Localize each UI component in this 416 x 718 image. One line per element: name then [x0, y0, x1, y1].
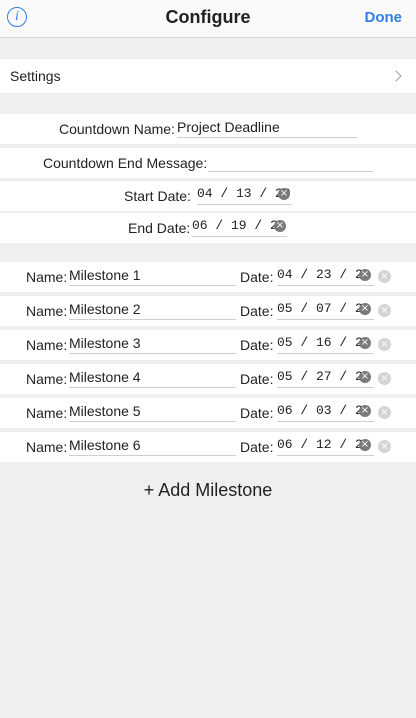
- remove-milestone-icon[interactable]: ×: [378, 304, 391, 317]
- end-date-row: End Date: 06 / 19 / 20 ×: [0, 213, 416, 243]
- add-milestone-button[interactable]: + Add Milestone: [0, 480, 416, 501]
- milestone-row: Name: Milestone 5 Date: 06 / 03 / 20 × ×: [0, 398, 416, 428]
- milestone-row: Name: Milestone 3 Date: 05 / 16 / 20 × ×: [0, 330, 416, 360]
- milestone-name-label: Name:: [26, 303, 68, 319]
- milestone-date-value: 04 / 23 / 20: [277, 267, 371, 282]
- remove-milestone-icon[interactable]: ×: [378, 372, 391, 385]
- milestone-name-field[interactable]: Milestone 3: [69, 333, 236, 354]
- milestone-date-label: Date:: [240, 439, 274, 455]
- countdown-name-row: Countdown Name: Project Deadline: [0, 114, 416, 144]
- done-button[interactable]: Done: [365, 9, 403, 26]
- remove-milestone-icon[interactable]: ×: [378, 440, 391, 453]
- countdown-name-field[interactable]: Project Deadline: [177, 117, 357, 138]
- milestone-name-field[interactable]: Milestone 2: [69, 299, 236, 320]
- milestone-name-label: Name:: [26, 371, 68, 387]
- milestone-name-field[interactable]: Milestone 4: [69, 367, 236, 388]
- remove-milestone-icon[interactable]: ×: [378, 270, 391, 283]
- clear-milestone-date-icon[interactable]: ×: [359, 303, 371, 315]
- countdown-name-label: Countdown Name:: [59, 121, 175, 137]
- clear-milestone-date-icon[interactable]: ×: [359, 405, 371, 417]
- chevron-right-icon: [390, 70, 402, 82]
- milestone-name-label: Name:: [26, 337, 68, 353]
- clear-milestone-date-icon[interactable]: ×: [359, 337, 371, 349]
- start-date-label: Start Date:: [124, 188, 191, 204]
- countdown-end-message-row: Countdown End Message:: [0, 148, 416, 178]
- milestone-date-label: Date:: [240, 337, 274, 353]
- settings-row[interactable]: Settings: [0, 59, 416, 93]
- end-date-value: 06 / 19 / 20: [192, 218, 286, 233]
- page-title: Configure: [165, 7, 251, 27]
- clear-milestone-date-icon[interactable]: ×: [359, 269, 371, 281]
- milestone-date-value: 05 / 16 / 20: [277, 335, 371, 350]
- milestone-date-value: 05 / 27 / 20: [277, 369, 371, 384]
- milestone-date-value: 06 / 12 / 20: [277, 437, 371, 452]
- countdown-end-message-field[interactable]: [208, 151, 373, 172]
- milestone-name-field[interactable]: Milestone 5: [69, 401, 236, 422]
- clear-end-date-icon[interactable]: ×: [274, 220, 286, 232]
- milestone-date-label: Date:: [240, 303, 274, 319]
- remove-milestone-icon[interactable]: ×: [378, 338, 391, 351]
- remove-milestone-icon[interactable]: ×: [378, 406, 391, 419]
- milestone-name-field[interactable]: Milestone 1: [69, 265, 236, 286]
- milestone-date-value: 05 / 07 / 20: [277, 301, 371, 316]
- clear-start-date-icon[interactable]: ×: [278, 188, 290, 200]
- milestone-name-label: Name:: [26, 269, 68, 285]
- milestone-name-label: Name:: [26, 405, 68, 421]
- end-date-label: End Date:: [128, 220, 191, 236]
- start-date-row: Start Date: 04 / 13 / 20 ×: [0, 181, 416, 211]
- milestone-row: Name: Milestone 2 Date: 05 / 07 / 20 × ×: [0, 296, 416, 326]
- end-date-field[interactable]: 06 / 19 / 20: [192, 216, 287, 237]
- milestone-date-value: 06 / 03 / 20: [277, 403, 371, 418]
- header-bar: i Configure Done: [0, 0, 416, 38]
- settings-label: Settings: [10, 68, 61, 84]
- milestone-name-label: Name:: [26, 439, 68, 455]
- milestone-date-label: Date:: [240, 269, 274, 285]
- milestone-row: Name: Milestone 1 Date: 04 / 23 / 20 × ×: [0, 262, 416, 292]
- milestone-row: Name: Milestone 6 Date: 06 / 12 / 20 × ×: [0, 432, 416, 462]
- clear-milestone-date-icon[interactable]: ×: [359, 371, 371, 383]
- milestone-date-label: Date:: [240, 405, 274, 421]
- clear-milestone-date-icon[interactable]: ×: [359, 439, 371, 451]
- milestone-date-label: Date:: [240, 371, 274, 387]
- milestone-name-field[interactable]: Milestone 6: [69, 435, 236, 456]
- milestone-row: Name: Milestone 4 Date: 05 / 27 / 20 × ×: [0, 364, 416, 394]
- start-date-value: 04 / 13 / 20: [197, 186, 291, 201]
- countdown-end-message-label: Countdown End Message:: [43, 155, 208, 171]
